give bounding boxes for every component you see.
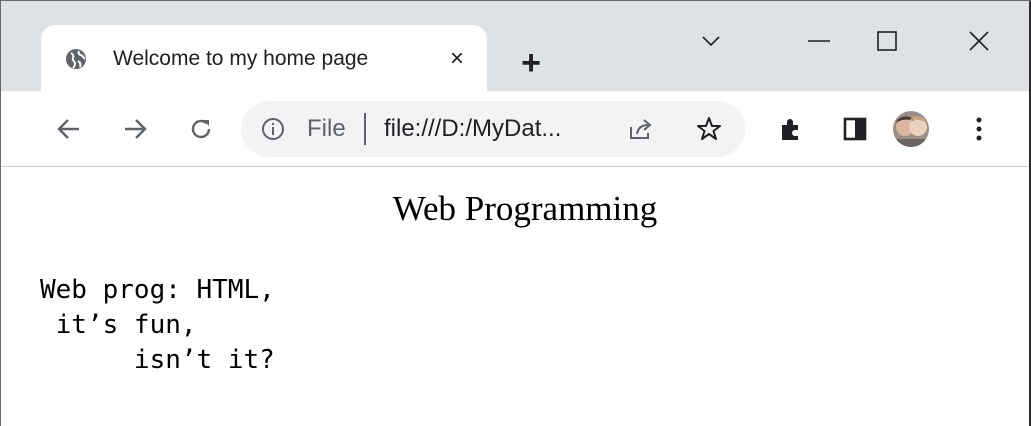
tab-active[interactable]: Welcome to my home page × — [41, 25, 487, 91]
page-content: Web Programming Web prog: HTML, it’s fun… — [1, 167, 1031, 426]
back-arrow-icon[interactable] — [49, 109, 89, 149]
extensions-puzzle-icon[interactable] — [771, 109, 811, 149]
profile-avatar[interactable] — [893, 111, 929, 147]
close-window-icon[interactable] — [959, 21, 999, 61]
maximize-icon[interactable] — [867, 21, 907, 61]
address-bar[interactable]: File file:///D:/MyDat... — [241, 101, 745, 157]
tab-strip: Welcome to my home page × + — [1, 1, 1031, 91]
new-tab-button[interactable]: + — [513, 45, 549, 81]
preformatted-text: Web prog: HTML, it’s fun, isn’t it? — [40, 275, 275, 375]
site-info-icon[interactable] — [261, 117, 285, 141]
side-panel-icon[interactable] — [835, 109, 875, 149]
reload-icon[interactable] — [181, 109, 221, 149]
more-menu-icon[interactable] — [959, 109, 999, 149]
bookmark-star-icon[interactable] — [693, 113, 725, 145]
share-icon[interactable] — [625, 113, 657, 145]
minimize-icon[interactable] — [799, 21, 839, 61]
omnibox-separator — [364, 113, 366, 145]
toolbar: File file:///D:/MyDat... — [1, 91, 1031, 167]
browser-window: Welcome to my home page × + File file://… — [0, 0, 1031, 426]
tab-title: Welcome to my home page — [113, 47, 369, 70]
url-text[interactable]: file:///D:/MyDat... — [384, 115, 561, 143]
forward-arrow-icon[interactable] — [115, 109, 155, 149]
page-heading: Web Programming — [392, 189, 658, 228]
tab-close-button[interactable]: × — [441, 43, 473, 75]
globe-icon — [65, 48, 87, 70]
tab-search-chevron-icon[interactable] — [691, 21, 731, 61]
scheme-label: File — [307, 115, 346, 142]
